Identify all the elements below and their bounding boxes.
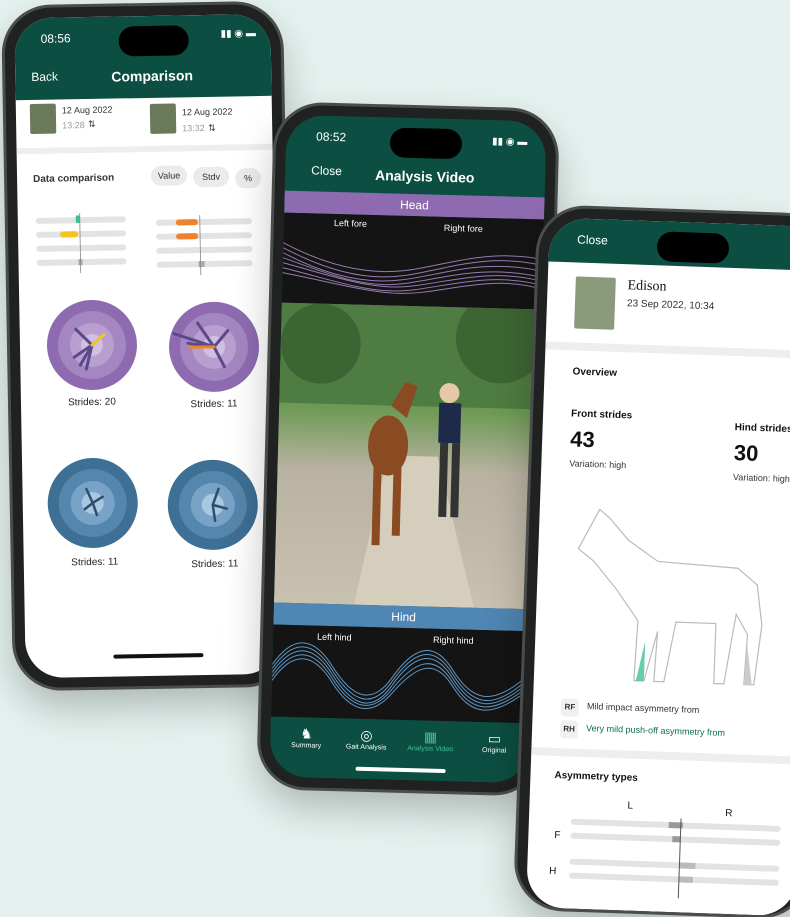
tab-analysis-video-label: Analysis Video <box>398 745 462 754</box>
horse-name: Edison <box>627 278 666 295</box>
close-button[interactable]: Close <box>311 163 342 178</box>
tab-gait-analysis-label: Gait Analysis <box>336 743 396 752</box>
finding-rh-text[interactable]: Very mild push-off asymmetry from <box>586 723 725 738</box>
divider <box>17 144 273 154</box>
recording-time-b: 13:32 <box>182 123 205 133</box>
left-hind-label: Left hind <box>317 632 352 643</box>
camera-icon: ▭ <box>466 730 522 748</box>
asym-r-label: R <box>725 808 733 819</box>
head-signal-panel: Left fore Right fore <box>282 213 544 310</box>
horse-video-illustration <box>274 303 542 610</box>
recording-thumb-b[interactable] <box>150 103 177 133</box>
percent-toggle[interactable]: % <box>235 168 261 188</box>
dynamic-island <box>656 231 729 263</box>
strides-count-b-bottom: Strides: 11 <box>160 558 270 571</box>
tab-summary[interactable]: ♞ Summary <box>278 725 335 750</box>
radial-plot-head-b <box>167 300 261 394</box>
asymmetry-title: Asymmetry types <box>554 770 638 784</box>
strides-count-a-bottom: Strides: 11 <box>40 556 150 569</box>
overview-title: Overview <box>572 366 617 379</box>
front-strides-value: 43 <box>570 426 595 453</box>
recording-date-a: 12 Aug 2022 <box>62 105 113 116</box>
comparison-screen: 08:56 ▮▮ ◉ ▬ Back Comparison 12 Aug 2022… <box>14 14 281 678</box>
tab-original-label: Original <box>466 747 522 755</box>
status-icons: ▮▮ ◉ ▬ <box>492 136 528 148</box>
video-grid-icon: ▦ <box>398 728 462 747</box>
sort-icon[interactable]: ⇅ <box>88 119 96 130</box>
hind-variation: Variation: high <box>733 472 790 484</box>
finding-rh-tag: RH <box>560 720 579 739</box>
front-strides-label: Front strides <box>571 408 632 421</box>
phone-analysis-video: 08:52 ▮▮ ◉ ▬ Close Analysis Video Head L… <box>259 104 557 793</box>
head-signal-wave <box>282 213 544 310</box>
hind-signal-panel: Left hind Right hind <box>271 625 533 724</box>
horse-icon: ♞ <box>278 725 334 743</box>
hind-signal-wave <box>271 625 533 724</box>
back-button[interactable]: Back <box>31 70 58 84</box>
tab-original[interactable]: ▭ Original <box>466 730 523 755</box>
sort-icon[interactable]: ⇅ <box>208 123 216 134</box>
asym-l-label: L <box>627 801 633 812</box>
close-button[interactable]: Close <box>577 232 608 247</box>
radial-plot-hind-a <box>46 456 140 550</box>
right-fore-label: Right fore <box>444 223 483 234</box>
recording-thumb-a[interactable] <box>30 104 57 134</box>
value-toggle[interactable]: Value <box>151 165 187 186</box>
strides-count-b-top: Strides: 11 <box>159 398 269 411</box>
hind-strides-label: Hind strides <box>735 422 790 435</box>
finding-rf-tag: RF <box>561 698 580 717</box>
horse-outline-diagram <box>564 488 781 695</box>
phone-comparison: 08:56 ▮▮ ◉ ▬ Back Comparison 12 Aug 2022… <box>4 4 292 689</box>
divider <box>545 341 790 358</box>
recording-date-b: 12 Aug 2022 <box>182 106 233 117</box>
dynamic-island <box>118 25 189 56</box>
session-datetime: 23 Sep 2022, 10:34 <box>627 298 715 312</box>
front-variation: Variation: high <box>569 458 626 470</box>
tab-analysis-video[interactable]: ▦ Analysis Video <box>398 728 463 754</box>
asym-f-label: F <box>554 830 560 841</box>
asym-h-label: H <box>549 866 557 877</box>
right-hind-label: Right hind <box>433 635 474 646</box>
radial-plot-hind-b <box>166 458 260 552</box>
phone-horse-overview: Close Edison 23 Sep 2022, 10:34 Overview… <box>516 207 790 917</box>
horse-video-frame[interactable] <box>274 303 542 610</box>
home-indicator <box>113 653 203 659</box>
left-fore-label: Left fore <box>334 218 367 229</box>
section-title: Data comparison <box>33 173 114 185</box>
radial-plot-head-a <box>45 298 139 392</box>
tab-bar: ♞ Summary ◎ Gait Analysis ▦ Analysis Vid… <box>269 719 530 784</box>
page-title: Comparison <box>111 67 193 84</box>
overview-screen: Close Edison 23 Sep 2022, 10:34 Overview… <box>526 217 790 916</box>
recording-time-a: 13:28 <box>62 120 85 130</box>
analysis-video-screen: 08:52 ▮▮ ◉ ▬ Close Analysis Video Head L… <box>269 115 546 784</box>
status-time: 08:56 <box>41 31 71 46</box>
status-icons: ▮▮ ◉ ▬ <box>220 28 255 40</box>
bar-comparison-a <box>34 212 131 284</box>
finding-rf-text[interactable]: Mild impact asymmetry from <box>587 701 700 715</box>
status-time: 08:52 <box>316 129 346 144</box>
page-title: Analysis Video <box>375 167 475 186</box>
hind-strides-value: 30 <box>733 440 758 467</box>
bar-comparison-b <box>154 214 255 286</box>
tab-gait-analysis[interactable]: ◎ Gait Analysis <box>336 726 397 752</box>
asymmetry-chart <box>566 815 789 903</box>
stdv-toggle[interactable]: Stdv <box>193 167 229 188</box>
horse-thumbnail[interactable] <box>574 276 616 329</box>
dynamic-island <box>390 127 463 159</box>
strides-count-a-top: Strides: 20 <box>37 396 147 409</box>
gait-icon: ◎ <box>336 726 396 745</box>
tab-summary-label: Summary <box>278 742 334 750</box>
divider <box>531 747 790 764</box>
